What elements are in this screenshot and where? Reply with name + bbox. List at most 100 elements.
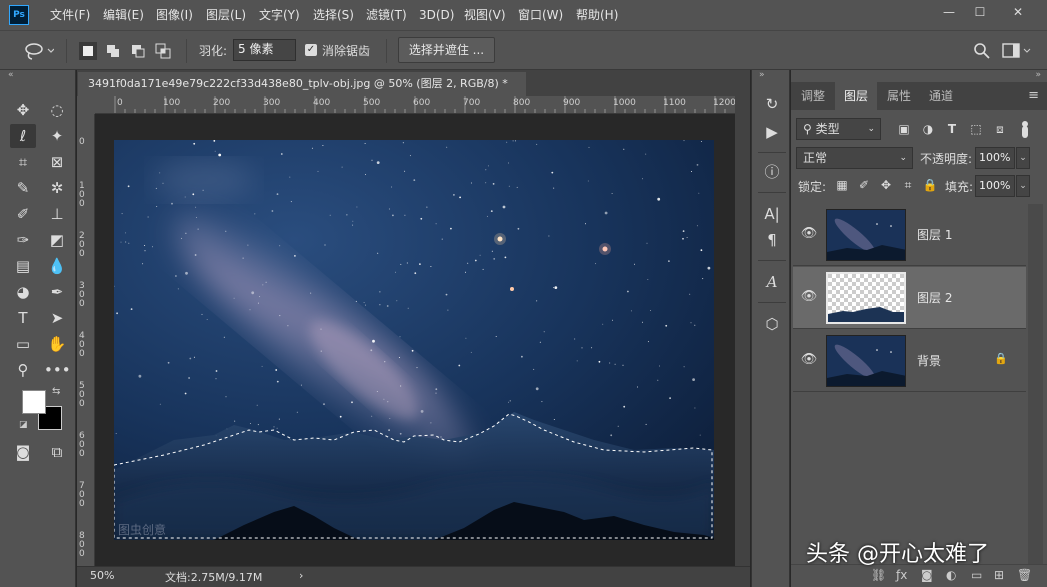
frame-tool-icon[interactable]: ⊠ bbox=[44, 150, 70, 174]
info-icon[interactable]: ⓘ bbox=[759, 160, 785, 184]
collapse-icon[interactable]: « bbox=[8, 70, 14, 80]
layers-scrollbar[interactable] bbox=[1028, 204, 1043, 564]
document-canvas[interactable]: 图虫创意 bbox=[114, 140, 714, 540]
layer-filter-select[interactable]: ⚲ 类型 ⌄ bbox=[796, 118, 881, 140]
vertical-scrollbar[interactable] bbox=[735, 96, 750, 566]
history-icon[interactable]: ↻ bbox=[759, 92, 785, 116]
tab-adjustments[interactable]: 调整 bbox=[793, 82, 833, 110]
shape-filter-icon[interactable]: ⬚ bbox=[967, 120, 985, 138]
eraser-tool-icon[interactable]: ◩ bbox=[44, 228, 70, 252]
lock-all-icon[interactable]: 🔒 bbox=[921, 176, 939, 194]
default-colors-icon[interactable]: ◪ bbox=[19, 420, 28, 430]
menu-select[interactable]: 选择(S) bbox=[313, 0, 354, 30]
intersect-selection-icon[interactable] bbox=[154, 42, 172, 60]
gradient-tool-icon[interactable]: ▤ bbox=[10, 254, 36, 278]
search-icon[interactable] bbox=[973, 42, 991, 60]
type-filter-icon[interactable]: T bbox=[943, 120, 961, 138]
smart-object-filter-icon[interactable]: ⧈ bbox=[991, 120, 1009, 138]
opacity-input[interactable]: 100% bbox=[975, 147, 1015, 169]
menu-help[interactable]: 帮助(H) bbox=[576, 0, 618, 30]
rectangle-tool-icon[interactable]: ▭ bbox=[10, 332, 36, 356]
blur-tool-icon[interactable]: 💧 bbox=[44, 254, 70, 278]
stamp-tool-icon[interactable]: ⊥ bbox=[44, 202, 70, 226]
pixel-filter-icon[interactable]: ▣ bbox=[895, 120, 913, 138]
menu-filter[interactable]: 滤镜(T) bbox=[366, 0, 407, 30]
fill-slider-icon[interactable]: ⌄ bbox=[1016, 175, 1030, 197]
lock-image-icon[interactable]: ✐ bbox=[855, 176, 873, 194]
new-selection-icon[interactable] bbox=[79, 42, 97, 60]
magic-wand-tool-icon[interactable]: ✦ bbox=[44, 124, 70, 148]
delete-layer-icon[interactable]: 🗑 bbox=[1017, 568, 1032, 582]
menu-type[interactable]: 文字(Y) bbox=[259, 0, 300, 30]
quick-mask-icon[interactable]: ◙ bbox=[10, 440, 36, 464]
move-tool-icon[interactable]: ✥ bbox=[10, 98, 36, 122]
glyphs-icon[interactable]: A bbox=[759, 270, 785, 294]
lock-icon[interactable]: 🔒 bbox=[994, 352, 1008, 365]
expand-icon[interactable]: » bbox=[759, 70, 765, 80]
menu-layer[interactable]: 图层(L) bbox=[206, 0, 246, 30]
select-and-mask-button[interactable]: 选择并遮住 ... bbox=[398, 37, 495, 63]
menu-3d[interactable]: 3D(D) bbox=[419, 0, 454, 30]
close-icon[interactable]: ✕ bbox=[1003, 3, 1033, 21]
link-layers-icon[interactable]: ⛓ bbox=[871, 568, 886, 582]
history-brush-tool-icon[interactable]: ✑ bbox=[10, 228, 36, 252]
layer-row-layer2[interactable]: 👁 图层 2 bbox=[793, 267, 1026, 329]
lock-artboard-icon[interactable]: ⌗ bbox=[899, 176, 917, 194]
opacity-slider-icon[interactable]: ⌄ bbox=[1016, 147, 1030, 169]
spot-heal-tool-icon[interactable]: ✲ bbox=[44, 176, 70, 200]
layer-row-background[interactable]: 👁 背景 🔒 bbox=[793, 330, 1026, 392]
subtract-selection-icon[interactable] bbox=[129, 42, 147, 60]
tab-channels[interactable]: 通道 bbox=[921, 82, 961, 110]
swap-colors-icon[interactable]: ⇆ bbox=[52, 386, 60, 397]
menu-window[interactable]: 窗口(W) bbox=[518, 0, 563, 30]
foreground-color-swatch[interactable] bbox=[22, 390, 46, 414]
visibility-eye-icon[interactable]: 👁 bbox=[800, 289, 818, 305]
screen-mode-icon[interactable]: ⧉ bbox=[44, 440, 70, 464]
menu-view[interactable]: 视图(V) bbox=[464, 0, 506, 30]
add-mask-icon[interactable]: ◙ bbox=[921, 568, 933, 582]
adjustment-layer-icon[interactable]: ◐ bbox=[946, 568, 956, 582]
lock-transparent-icon[interactable]: ▦ bbox=[833, 176, 851, 194]
fx-icon[interactable]: ƒx bbox=[896, 568, 907, 582]
3d-icon[interactable]: ⬡ bbox=[759, 312, 785, 336]
lock-position-icon[interactable]: ✥ bbox=[877, 176, 895, 194]
visibility-eye-icon[interactable]: 👁 bbox=[800, 352, 818, 368]
menu-image[interactable]: 图像(I) bbox=[156, 0, 193, 30]
status-menu-icon[interactable]: › bbox=[299, 569, 303, 582]
tab-properties[interactable]: 属性 bbox=[879, 82, 919, 110]
zoom-tool-icon[interactable]: ⚲ bbox=[10, 358, 36, 382]
pen-tool-icon[interactable]: ✒ bbox=[44, 280, 70, 304]
paragraph-icon[interactable]: ¶ bbox=[759, 228, 785, 252]
actions-play-icon[interactable]: ▶ bbox=[759, 120, 785, 144]
character-icon[interactable]: A| bbox=[759, 202, 785, 226]
blend-mode-select[interactable]: 正常 ⌄ bbox=[796, 147, 913, 169]
document-tab[interactable]: 3491f0da171e49e79c222cf33d438e80_tplv-ob… bbox=[78, 72, 526, 96]
panel-collapse-icon[interactable]: » bbox=[1035, 70, 1041, 80]
zoom-level[interactable]: 50% bbox=[90, 569, 114, 582]
menu-edit[interactable]: 编辑(E) bbox=[103, 0, 144, 30]
tab-layers[interactable]: 图层 bbox=[835, 82, 877, 110]
crop-tool-icon[interactable]: ⌗ bbox=[10, 150, 36, 174]
hand-tool-icon[interactable]: ✋ bbox=[44, 332, 70, 356]
menu-file[interactable]: 文件(F) bbox=[50, 0, 90, 30]
lasso-tool-icon[interactable]: ℓ bbox=[10, 124, 36, 148]
workspace-icon[interactable] bbox=[1002, 42, 1032, 60]
eyedropper-tool-icon[interactable]: ✎ bbox=[10, 176, 36, 200]
filter-toggle-icon[interactable] bbox=[1021, 118, 1029, 140]
adjustment-filter-icon[interactable]: ◑ bbox=[919, 120, 937, 138]
layer-row-layer1[interactable]: 👁 图层 1 bbox=[793, 204, 1026, 266]
minimize-icon[interactable]: — bbox=[934, 3, 964, 21]
add-to-selection-icon[interactable] bbox=[104, 42, 122, 60]
dodge-tool-icon[interactable]: ◕ bbox=[10, 280, 36, 304]
feather-input[interactable]: 5 像素 bbox=[233, 39, 296, 61]
antialias-checkbox[interactable]: ✓ bbox=[305, 44, 317, 56]
lasso-preset-icon[interactable] bbox=[24, 41, 54, 61]
new-layer-icon[interactable]: ⊞ bbox=[994, 568, 1004, 582]
marquee-tool-icon[interactable]: ◌ bbox=[44, 98, 70, 122]
path-select-tool-icon[interactable]: ➤ bbox=[44, 306, 70, 330]
more-tools-icon[interactable]: ••• bbox=[44, 358, 71, 382]
type-tool-icon[interactable]: T bbox=[10, 306, 36, 330]
maximize-icon[interactable]: ☐ bbox=[965, 3, 995, 21]
new-group-icon[interactable]: ▭ bbox=[971, 568, 982, 582]
visibility-eye-icon[interactable]: 👁 bbox=[800, 226, 818, 242]
